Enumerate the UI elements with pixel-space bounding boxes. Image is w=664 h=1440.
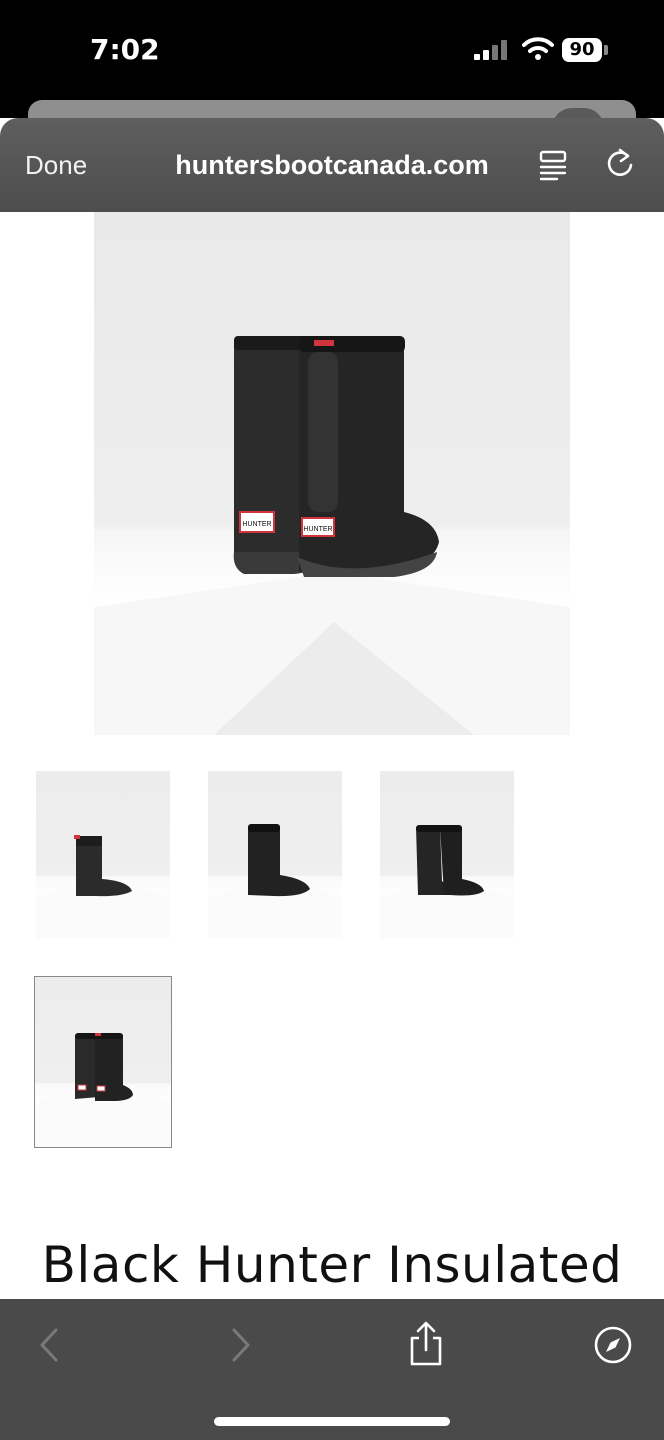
thumbnail-pair-back-view[interactable] [34, 976, 172, 1148]
chevron-right-icon[interactable] [226, 1326, 256, 1364]
boot-label-right: HUNTER [303, 526, 332, 533]
reader-view-icon[interactable] [536, 148, 570, 182]
boots-pair-back-thumbnail-illustration [35, 1033, 171, 1147]
reload-icon[interactable] [602, 146, 638, 182]
boots-pair-front-illustration [380, 825, 514, 939]
boot-front-side-illustration [208, 824, 342, 939]
battery-nub [604, 45, 608, 55]
thumbnail-side-view[interactable] [36, 771, 170, 939]
boot-label-left: HUNTER [242, 521, 271, 528]
thumbnail-pair-front-view[interactable] [380, 771, 514, 939]
compass-icon[interactable] [592, 1324, 634, 1366]
share-icon[interactable] [406, 1320, 446, 1368]
battery-indicator: 90 [562, 38, 602, 62]
product-main-image[interactable]: HUNTER HUNTER [94, 212, 570, 735]
home-indicator [214, 1417, 450, 1426]
status-time: 7:02 [90, 33, 160, 66]
chevron-left-icon[interactable] [34, 1326, 64, 1364]
product-title: Black Hunter Insulated [41, 1236, 623, 1294]
boot-side-illustration [36, 835, 170, 939]
wifi-icon [522, 37, 554, 60]
browser-toolbar: Done huntersbootcanada.com [0, 118, 664, 212]
boots-pair-back-illustration: HUNTER HUNTER [94, 336, 570, 735]
thumbnail-front-side-view[interactable] [208, 771, 342, 939]
cellular-signal-icon [474, 40, 507, 60]
